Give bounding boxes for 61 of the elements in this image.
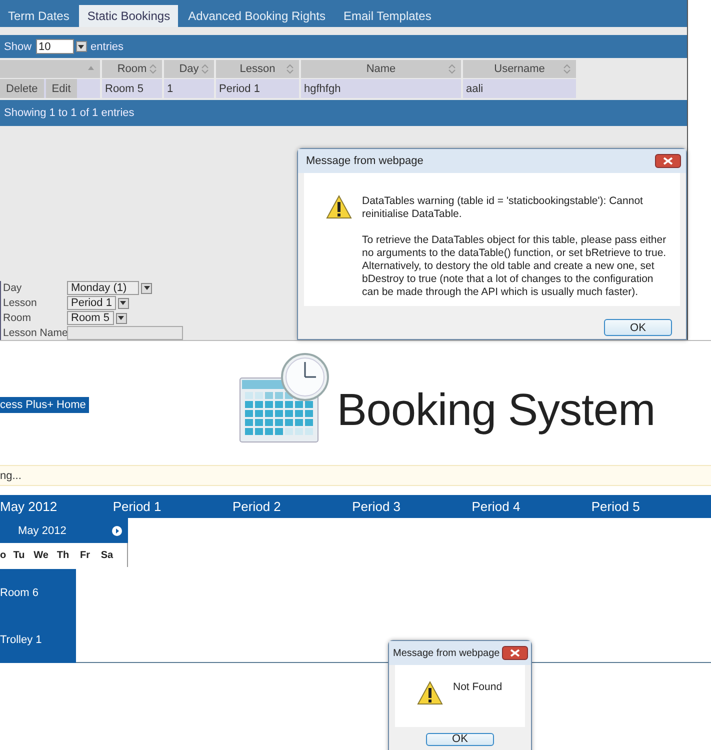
table-cell: hgfhfgh	[301, 79, 461, 98]
dialog-title: Message from webpage	[306, 155, 424, 167]
dialog-message: To retrieve the DataTables object for this table, please pass either no arguments to the dataTable() function, or set bRetrieve to true. Alternatively, to destory the old table and create a new one, set bDestroy to true (note that a lot of changes to the configuration can be made through the API which is usually much faster).	[362, 234, 668, 299]
calendar-month: May 2012	[18, 524, 66, 536]
dialog-message: DataTables warning (table id = 'staticbookingstable'): Cannot reinitialise DataTable.	[362, 195, 644, 221]
field-label: Day	[3, 282, 22, 294]
field-label: Lesson Name	[3, 327, 68, 339]
column-header[interactable]: Name	[301, 60, 461, 78]
weekday-label: o	[0, 550, 8, 560]
row-action-button[interactable]: Delete	[0, 79, 44, 98]
month-label: May 2012	[0, 499, 58, 514]
tab[interactable]: Email Templates	[336, 5, 440, 27]
weekday-label: Th	[56, 550, 70, 560]
table-cell: Room 5	[102, 79, 162, 98]
label: Show	[4, 40, 32, 52]
close-button[interactable]	[502, 646, 528, 660]
column-header[interactable]: Username	[463, 60, 576, 78]
dropdown[interactable]: 10	[36, 39, 74, 54]
warning-icon	[417, 681, 443, 705]
input-field[interactable]	[67, 326, 183, 340]
tab[interactable]: Term Dates	[0, 5, 78, 27]
room-item[interactable]: Room 6	[0, 586, 76, 598]
home-button[interactable]: cess Plus+ Home	[0, 397, 89, 413]
period-header: Period 2	[232, 499, 282, 514]
app-title: Booking System	[336, 384, 656, 436]
period-header: Period 4	[472, 499, 522, 514]
close-button[interactable]	[655, 154, 681, 168]
weekday-label: Sa	[100, 550, 114, 560]
weekday-label: We	[32, 550, 50, 560]
tab[interactable]: Static Bookings	[79, 5, 178, 27]
row-action-button[interactable]: Edit	[46, 79, 77, 98]
column-header[interactable]: Day	[164, 60, 214, 78]
room-item[interactable]: Trolley 1	[0, 634, 76, 646]
label: entries	[90, 40, 124, 52]
column-header[interactable]: Lesson	[216, 60, 299, 78]
column-header[interactable]: Room	[102, 60, 162, 78]
ok-button[interactable]: OK	[604, 319, 672, 336]
weekday-label: Fr	[79, 550, 91, 560]
table-cell: 1	[164, 79, 214, 98]
dropdown[interactable]: Period 1	[67, 296, 116, 310]
tab[interactable]: Advanced Booking Rights	[180, 5, 334, 27]
dropdown[interactable]: Room 5	[67, 311, 114, 325]
table-cell: Period 1	[216, 79, 299, 98]
close-icon	[663, 157, 673, 165]
table-info: Showing 1 to 1 of 1 entries	[4, 107, 134, 119]
dropdown[interactable]: Monday (1)	[67, 281, 139, 295]
period-header: Period 1	[112, 499, 162, 514]
weekday-label: Tu	[12, 550, 26, 560]
calendar-clock-icon	[238, 352, 331, 444]
period-header: Period 5	[591, 499, 641, 514]
dialog-message: Not Found	[453, 681, 502, 694]
next-month-icon[interactable]	[112, 526, 122, 536]
warning-icon	[326, 195, 352, 219]
dialog-title: Message from webpage	[393, 648, 500, 658]
status-text: ng...	[0, 470, 22, 482]
period-header: Period 3	[352, 499, 402, 514]
close-icon	[510, 649, 520, 657]
field-label: Lesson	[3, 297, 37, 309]
ok-button[interactable]: OK	[426, 733, 494, 746]
field-label: Room	[3, 312, 32, 324]
table-cell: aali	[463, 79, 576, 98]
